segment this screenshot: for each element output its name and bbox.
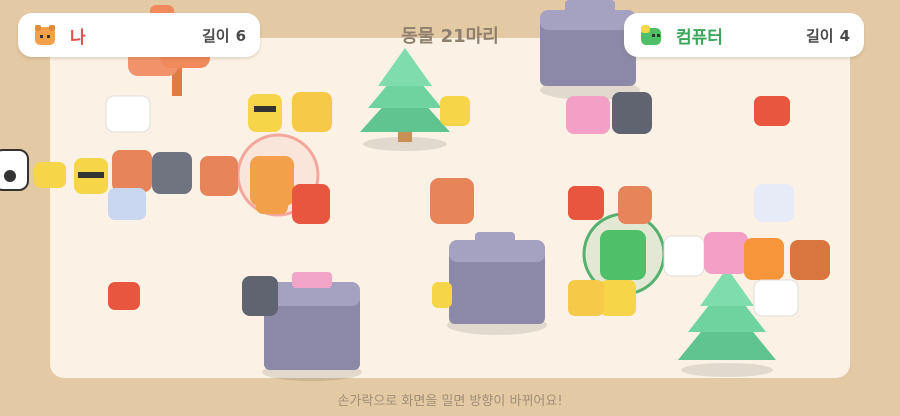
player-length-value: 6 — [235, 26, 246, 45]
player-avatar-icon — [35, 25, 55, 45]
player-length: 길이 6 — [202, 25, 246, 46]
computer-length: 길이 4 — [806, 25, 850, 46]
computer-length-value: 4 — [839, 26, 850, 45]
computer-avatar-icon — [641, 25, 661, 45]
swipe-hint: 손가락으로 화면을 밀면 방향이 바뀌어요! — [337, 394, 563, 409]
player-name: 나 — [70, 27, 86, 48]
computer-name: 컴퓨터 — [676, 27, 723, 48]
play-arena[interactable] — [50, 38, 850, 378]
computer-score-card: 컴퓨터 길이 4 — [624, 13, 864, 57]
player-length-label: 길이 — [201, 26, 230, 45]
computer-length-label: 길이 — [805, 26, 834, 45]
player-score-card: 나 길이 6 — [18, 13, 260, 57]
animal-count: 동물 21마리 — [401, 26, 499, 47]
